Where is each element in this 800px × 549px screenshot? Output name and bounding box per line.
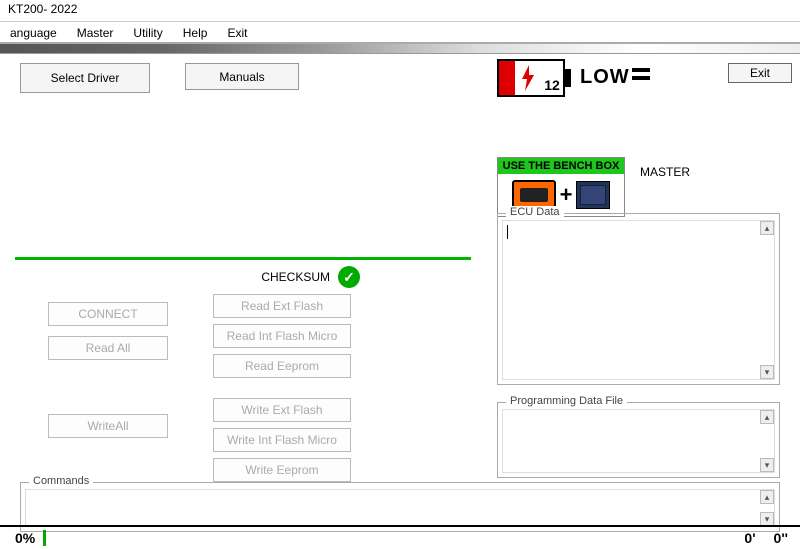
programming-data-file-group: Programming Data File ▴ ▾ bbox=[497, 402, 780, 478]
battery-number: 12 bbox=[541, 61, 563, 95]
battery-tip bbox=[565, 69, 571, 87]
write-eeprom-button[interactable]: Write Eeprom bbox=[213, 458, 351, 482]
menu-utility[interactable]: Utility bbox=[123, 24, 172, 40]
write-int-flash-micro-button[interactable]: Write Int Flash Micro bbox=[213, 428, 351, 452]
read-all-button[interactable]: Read All bbox=[48, 336, 168, 360]
main-area: USE THE BENCH BOX + MASTER CHECKSUM ✓ CO… bbox=[0, 102, 800, 549]
role-label: MASTER bbox=[640, 165, 690, 179]
exit-button[interactable]: Exit bbox=[728, 63, 792, 83]
menubar: anguage Master Utility Help Exit bbox=[0, 22, 800, 44]
battery-indicator: 12 bbox=[497, 59, 565, 97]
menu-exit[interactable]: Exit bbox=[217, 24, 257, 40]
time-elapsed-1: 0' bbox=[744, 530, 755, 546]
window-title: KT200- 2022 bbox=[0, 0, 800, 22]
select-driver-button[interactable]: Select Driver bbox=[20, 63, 150, 93]
checksum-label: CHECKSUM bbox=[261, 270, 330, 284]
scroll-up-button[interactable]: ▴ bbox=[760, 410, 774, 424]
write-ext-flash-button[interactable]: Write Ext Flash bbox=[213, 398, 351, 422]
bench-box-title: USE THE BENCH BOX bbox=[498, 158, 624, 174]
text-cursor bbox=[507, 225, 508, 239]
read-int-flash-micro-button[interactable]: Read Int Flash Micro bbox=[213, 324, 351, 348]
statusbar: 0% 0' 0'' bbox=[0, 525, 800, 549]
device2-icon bbox=[576, 181, 610, 209]
scroll-down-button[interactable]: ▾ bbox=[760, 365, 774, 379]
menu-help[interactable]: Help bbox=[173, 24, 218, 40]
programming-data-textarea[interactable]: ▴ ▾ bbox=[502, 409, 775, 473]
bars-icon bbox=[632, 68, 652, 84]
scroll-up-button[interactable]: ▴ bbox=[760, 490, 774, 504]
programming-data-file-legend: Programming Data File bbox=[506, 395, 627, 407]
plus-icon: + bbox=[560, 182, 573, 208]
ecu-data-group: ECU Data ▴ ▾ bbox=[497, 213, 780, 385]
progress-percent: 0% bbox=[15, 530, 35, 546]
battery-status: LOW bbox=[580, 66, 630, 89]
decor-strip bbox=[0, 44, 800, 54]
bolt-icon bbox=[515, 61, 541, 95]
scroll-down-button[interactable]: ▾ bbox=[760, 458, 774, 472]
ecu-data-legend: ECU Data bbox=[506, 206, 564, 218]
read-eeprom-button[interactable]: Read Eeprom bbox=[213, 354, 351, 378]
commands-textarea[interactable]: ▴ ▾ bbox=[25, 489, 775, 527]
connect-button[interactable]: CONNECT bbox=[48, 302, 168, 326]
scroll-down-button[interactable]: ▾ bbox=[760, 512, 774, 526]
write-all-button[interactable]: WriteAll bbox=[48, 414, 168, 438]
checksum-row: CHECKSUM ✓ bbox=[220, 266, 360, 288]
menu-language[interactable]: anguage bbox=[0, 24, 67, 40]
check-icon: ✓ bbox=[338, 266, 360, 288]
ecu-data-textarea[interactable]: ▴ ▾ bbox=[502, 220, 775, 380]
time-elapsed-2: 0'' bbox=[774, 530, 788, 546]
menu-master[interactable]: Master bbox=[67, 24, 124, 40]
progress-bar-icon bbox=[43, 530, 46, 546]
commands-legend: Commands bbox=[29, 475, 93, 487]
read-ext-flash-button[interactable]: Read Ext Flash bbox=[213, 294, 351, 318]
toolbar: Select Driver Manuals Exit 12 LOW bbox=[0, 54, 800, 102]
battery-level-bar bbox=[499, 61, 515, 95]
separator-line bbox=[15, 257, 471, 260]
scroll-up-button[interactable]: ▴ bbox=[760, 221, 774, 235]
manuals-button[interactable]: Manuals bbox=[185, 63, 299, 90]
